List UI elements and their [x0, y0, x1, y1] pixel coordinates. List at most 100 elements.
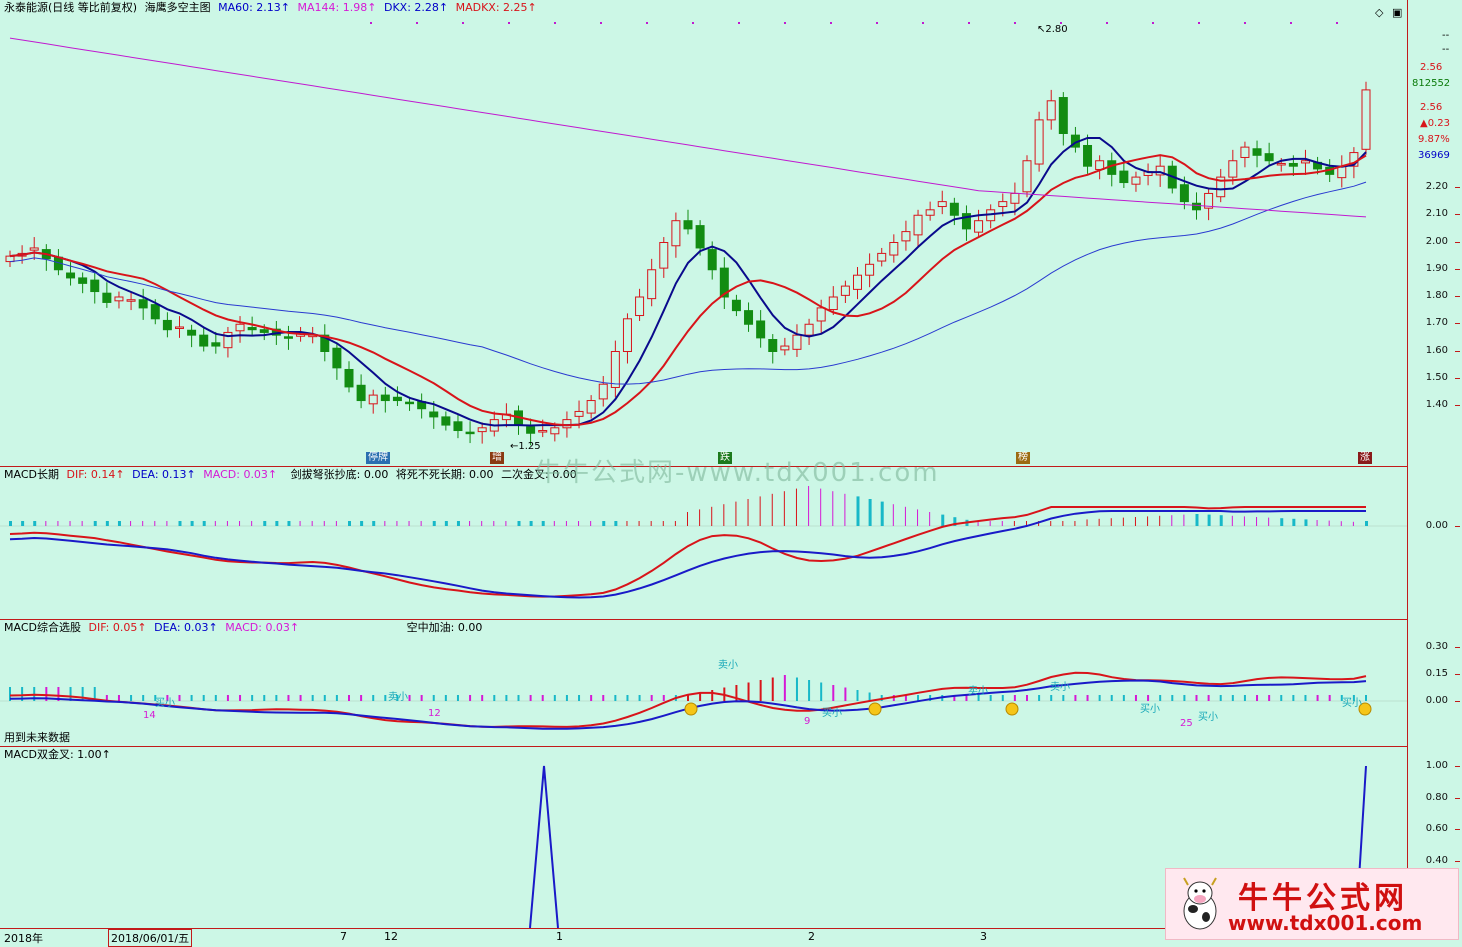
macd-combo-bar	[1062, 695, 1065, 701]
price-tick: 1.90	[1425, 262, 1461, 274]
signal-dot	[416, 22, 418, 24]
main-chart-pane[interactable]: 永泰能源(日线 等比前复权) 海鹰多空主图 MA60: 2.13↑ MA144:…	[0, 0, 1407, 467]
macd-bar	[1340, 521, 1342, 526]
ma144-line	[9, 37, 1367, 218]
macd-combo-bar	[1316, 695, 1319, 701]
macd-bar	[372, 521, 376, 526]
candle-body	[114, 296, 124, 302]
signal-dot	[738, 22, 740, 24]
candle-body	[731, 299, 741, 312]
candle-body	[562, 419, 572, 429]
macd-combo-bar	[275, 695, 278, 701]
macd-bar	[1352, 521, 1354, 526]
candle-body	[211, 342, 221, 347]
macd-bar	[1110, 518, 1112, 526]
candle-body	[1034, 119, 1044, 165]
macd-bar	[202, 521, 206, 526]
macd-bar	[481, 521, 483, 526]
macd-bar	[941, 514, 945, 526]
macd-bar	[33, 521, 37, 526]
macd-combo-bar	[1171, 695, 1174, 701]
candle-body	[526, 426, 536, 434]
macd-combo-pane[interactable]: MACD综合选股 DIF: 0.05↑ DEA: 0.03↑ MACD: 0.0…	[0, 620, 1407, 747]
info-last: 2.56	[1420, 102, 1443, 113]
macd-bar	[93, 521, 97, 526]
macd-combo-bar	[348, 695, 350, 701]
macd-bar	[517, 521, 521, 526]
event-tag-suspend[interactable]: 停牌	[366, 452, 390, 464]
macd-bar	[1098, 518, 1100, 526]
macd-bar	[904, 506, 906, 526]
event-tag-list[interactable]: 榜	[1016, 452, 1030, 464]
candle-body	[283, 336, 293, 339]
macd-bar	[105, 521, 109, 526]
macd-long-axis: 0.00	[1407, 467, 1462, 620]
macd-bar	[1243, 516, 1245, 526]
event-tag-rise[interactable]: 涨	[1358, 452, 1372, 464]
candle-body	[610, 351, 620, 388]
macd-bar	[687, 512, 688, 526]
candle-body	[1192, 202, 1201, 211]
candle-body	[175, 326, 184, 329]
price-tick: 1.40	[1425, 399, 1461, 410]
macd-combo-bar	[1328, 695, 1331, 701]
signal-dot	[1152, 22, 1154, 24]
macd-bar	[1365, 521, 1368, 526]
signal-dot	[370, 22, 372, 24]
macd-bar	[1074, 521, 1076, 526]
signal-dot	[968, 22, 970, 24]
site-logo[interactable]: 牛牛公式网 www.tdx001.com	[1165, 868, 1459, 940]
label-count-14: 14	[143, 710, 156, 721]
info-price: 2.56	[1420, 62, 1443, 73]
macd-combo-bar	[1159, 695, 1162, 701]
label-count-9: 9	[804, 716, 811, 727]
macd-bar	[832, 491, 834, 526]
macd-bar	[1292, 518, 1296, 526]
candle-body	[1022, 160, 1032, 193]
macd-bar	[130, 521, 132, 526]
candle-body	[29, 247, 39, 251]
candle-body	[840, 285, 850, 296]
candle-body	[586, 400, 596, 414]
signal-dot	[646, 22, 648, 24]
macd-double-tick-1: 0.80	[1425, 792, 1461, 803]
macd-bar	[226, 521, 228, 526]
macd-long-pane[interactable]: MACD长期 DIF: 0.14↑ DEA: 0.13↑ MACD: 0.03↑…	[0, 467, 1407, 620]
macd-bar	[263, 521, 267, 526]
macd-combo-bar	[493, 695, 496, 701]
candlestick-chart[interactable]	[0, 0, 1407, 467]
candle-body	[744, 310, 754, 325]
macd-bar	[287, 521, 291, 526]
candle-body	[477, 427, 487, 433]
candle-body	[780, 345, 790, 351]
macd-combo-bar	[1013, 695, 1016, 701]
window-icon[interactable]: ▣	[1392, 6, 1402, 19]
macd-combo-bar	[832, 685, 835, 701]
macd-bar	[602, 521, 606, 526]
event-tag-increase[interactable]: 增	[490, 452, 504, 464]
macd-combo-bar	[820, 682, 823, 701]
candle-body	[150, 304, 160, 320]
macd-bar	[1062, 521, 1064, 526]
signal-dot	[600, 22, 602, 24]
macd-bar	[1134, 517, 1136, 526]
macd-bar	[178, 521, 182, 526]
macd-bar	[384, 521, 386, 526]
macd-bar	[735, 501, 737, 526]
macd-bar	[311, 521, 313, 526]
candle-body	[235, 323, 245, 332]
macd-combo-bar	[711, 690, 714, 701]
label-sell-small-1: 卖小	[388, 692, 408, 703]
macd-bar	[1207, 514, 1211, 526]
diamond-icon[interactable]: ◇	[1375, 6, 1383, 19]
macd-combo-bar	[1086, 695, 1089, 701]
signal-dot	[1290, 22, 1292, 24]
date-label-cursor[interactable]: 2018/06/01/五	[108, 929, 193, 947]
macd-combo-bar	[565, 695, 568, 701]
macd-combo-tick-2: 0.00	[1425, 695, 1461, 706]
main-price-axis: -- -- 2.56 812552 2.56 ▲0.23 9.87% 36969…	[1407, 0, 1462, 467]
label-buy-small-2: 买小	[822, 708, 842, 719]
macd-bar	[1231, 515, 1233, 526]
label-sell-small-3: 卖小	[968, 686, 988, 697]
macd-bar	[21, 521, 25, 526]
